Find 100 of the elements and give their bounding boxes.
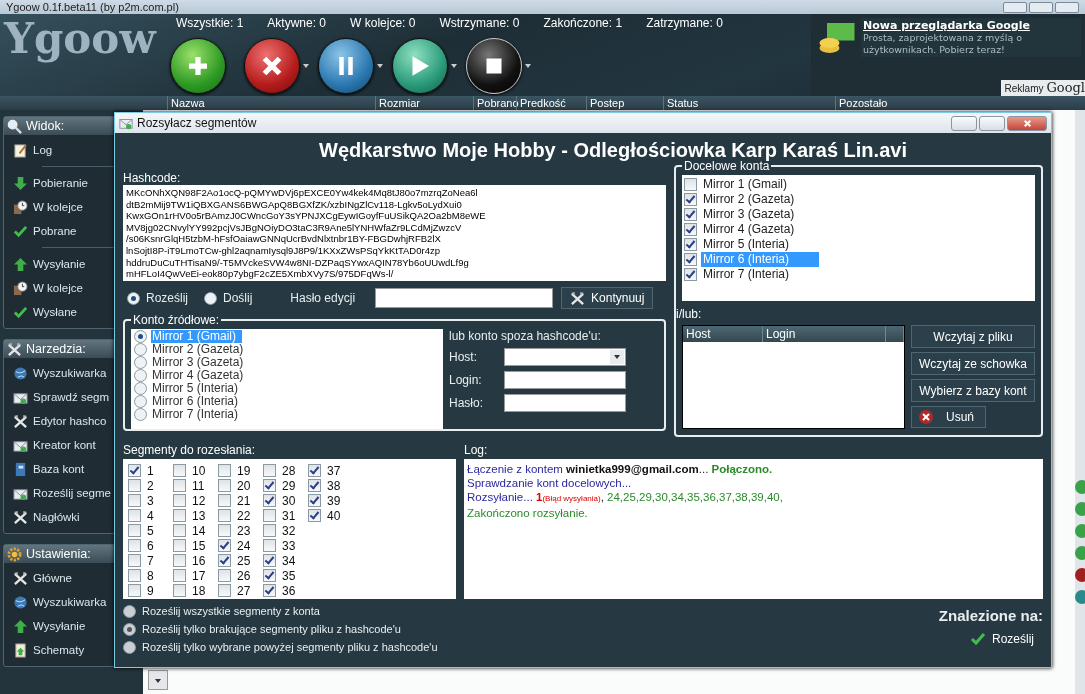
radio-button[interactable] (123, 604, 136, 618)
checkbox[interactable] (218, 494, 231, 507)
radio-button[interactable] (123, 622, 136, 636)
checkbox[interactable] (128, 554, 141, 567)
checkbox[interactable] (218, 569, 231, 582)
sidebar-item[interactable]: W kolejce (33, 201, 83, 213)
ad-link[interactable]: Nowa przeglądarka Google (863, 19, 1079, 32)
checkbox[interactable] (263, 464, 276, 477)
checkbox[interactable] (173, 524, 186, 537)
checkbox[interactable] (684, 268, 697, 281)
checkbox[interactable] (128, 524, 141, 537)
checkbox[interactable] (684, 238, 697, 251)
checkbox[interactable] (128, 479, 141, 492)
checkbox[interactable] (263, 479, 276, 492)
sidebar-item[interactable]: Edytor hashco (33, 415, 107, 427)
checkbox[interactable] (684, 253, 697, 266)
sidebar-item[interactable]: W kolejce (33, 282, 83, 294)
play-button[interactable] (392, 38, 448, 94)
account-item[interactable]: Mirror 5 (Interia) (151, 382, 244, 395)
checkbox[interactable] (128, 569, 141, 582)
checkbox[interactable] (263, 554, 276, 567)
dropdown-button[interactable] (148, 670, 168, 690)
sidebar-item[interactable]: Log (33, 144, 53, 156)
column-header[interactable]: Host (683, 326, 763, 342)
status-icon[interactable] (1075, 502, 1085, 516)
sidebar-item[interactable]: Baza kont (33, 463, 85, 475)
checkbox[interactable] (173, 554, 186, 567)
load-button[interactable]: Wczytaj z pliku (911, 325, 1035, 348)
account-item[interactable]: Mirror 3 (Gazeta) (151, 356, 250, 369)
sidebar-item[interactable]: Nagłówki (33, 511, 80, 523)
hashcode-field[interactable]: MKcONhXQN98F2Ao1ocQ-pQMYwDVj6pEXCE0Yw4kek4Mq8tJ80o7mzrqZoNea6l dtB2mMij9TW1iQBXGANS6BWGApQ8BGXfZK/xzbINgZlCv118-Lgkv5oLydXui0 KwxGOn1rHV0o5rBAmzJ0CWncGoY3sYPNJXCgEywIGoyfFuUSikQA2Oa2bM8eWE MV8jg02CNvylYY992pcjVsJBgNOiyDO3taC3R9Ane5lYNHWfaZr9LCdMjZwzcV /s06KsnrGlqH5tzbM-hFsfOaiawGNNqUcrBvdNlxtnbr1BY-FBGDwhjRFB2lX lnSojtI8P-iT9LmoTCw-ghl2aqnamIysql9J8P9/1KXxZWsPSqYkKtTAD0r4zp hddruDuCuTHTisaN9/-T5MVckeSVW4w8NI-DZPaqSYwxAQIN78Yb6oUUwdLf9g mHFLoI4QwVeEi-eok80p7ybgF2cZE5XmbXVy7S/975DFqWs-l/ (123, 185, 666, 281)
checkbox[interactable] (263, 584, 276, 597)
status-icon[interactable] (1075, 568, 1085, 582)
sidebar-item[interactable]: Wyszukiwarka (33, 367, 107, 379)
close-button[interactable] (1007, 115, 1047, 131)
account-item[interactable]: Mirror 6 (Interia) (151, 395, 244, 408)
radio-button[interactable] (134, 343, 147, 356)
sidebar-item[interactable]: Główne (33, 572, 72, 584)
checkbox[interactable] (308, 479, 321, 492)
continue-button[interactable]: Kontynuuj (561, 287, 654, 309)
login-field[interactable] (504, 371, 626, 389)
status-icon[interactable] (1075, 480, 1085, 494)
checkbox[interactable] (173, 479, 186, 492)
account-item[interactable]: Mirror 4 (Gazeta) (151, 369, 250, 382)
sidebar-item[interactable]: Wysłane (33, 306, 77, 318)
checkbox[interactable] (684, 208, 697, 221)
sidebar-item[interactable]: Wyszukiwarka (33, 596, 107, 608)
account-item[interactable]: Mirror 5 (Interia) (701, 237, 819, 252)
checkbox[interactable] (218, 539, 231, 552)
checkbox[interactable] (218, 464, 231, 477)
checkbox[interactable] (684, 193, 697, 206)
sidebar-item[interactable]: Pobieranie (33, 177, 88, 189)
status-icon[interactable] (1075, 546, 1085, 560)
account-item[interactable]: Mirror 7 (Interia) (701, 267, 819, 282)
edit-password-field[interactable] (375, 288, 554, 308)
sidebar-item[interactable]: Kreator kont (33, 439, 96, 451)
checkbox[interactable] (308, 494, 321, 507)
radio-button[interactable] (134, 408, 147, 421)
load-button[interactable]: Wczytaj ze schowka (911, 352, 1035, 375)
status-icon[interactable] (1075, 590, 1085, 604)
account-item[interactable]: Mirror 3 (Gazeta) (701, 207, 825, 222)
sidebar-item[interactable]: Schematy (33, 644, 85, 656)
sidebar-item[interactable]: Wysyłanie (33, 620, 86, 632)
checkbox[interactable] (218, 554, 231, 567)
checkbox[interactable] (263, 524, 276, 537)
add-button[interactable] (170, 38, 226, 94)
checkbox[interactable] (263, 509, 276, 522)
minimize-button[interactable] (1003, 1, 1027, 13)
checkbox[interactable] (128, 494, 141, 507)
maximize-button[interactable] (1029, 1, 1053, 13)
checkbox[interactable] (173, 584, 186, 597)
column-header[interactable]: Login (763, 326, 886, 342)
radio-button[interactable] (204, 291, 217, 305)
checkbox[interactable] (128, 539, 141, 552)
minimize-button[interactable] (951, 115, 977, 131)
checkbox[interactable] (128, 464, 141, 477)
radio-button[interactable] (134, 330, 147, 343)
close-button[interactable] (1055, 1, 1079, 13)
checkbox[interactable] (173, 539, 186, 552)
account-item[interactable]: Mirror 4 (Gazeta) (701, 222, 825, 237)
checkbox[interactable] (218, 584, 231, 597)
radio-button[interactable] (127, 291, 140, 305)
sidebar-item[interactable]: Wysyłanie (33, 258, 86, 270)
checkbox[interactable] (173, 464, 186, 477)
account-item[interactable]: Mirror 7 (Interia) (151, 408, 244, 421)
checkbox[interactable] (684, 178, 697, 191)
account-item[interactable]: Mirror 2 (Gazeta) (701, 192, 825, 207)
account-item[interactable]: Mirror 2 (Gazeta) (151, 343, 250, 356)
checkbox[interactable] (173, 569, 186, 582)
radio-button[interactable] (134, 356, 147, 369)
checkbox[interactable] (263, 569, 276, 582)
checkbox[interactable] (218, 479, 231, 492)
host-dropdown[interactable] (504, 348, 626, 366)
checkbox[interactable] (263, 494, 276, 507)
password-field[interactable] (504, 394, 626, 412)
cancel-button[interactable] (244, 38, 300, 94)
checkbox[interactable] (173, 509, 186, 522)
status-icon[interactable] (1075, 524, 1085, 538)
checkbox[interactable] (308, 464, 321, 477)
checkbox[interactable] (128, 509, 141, 522)
